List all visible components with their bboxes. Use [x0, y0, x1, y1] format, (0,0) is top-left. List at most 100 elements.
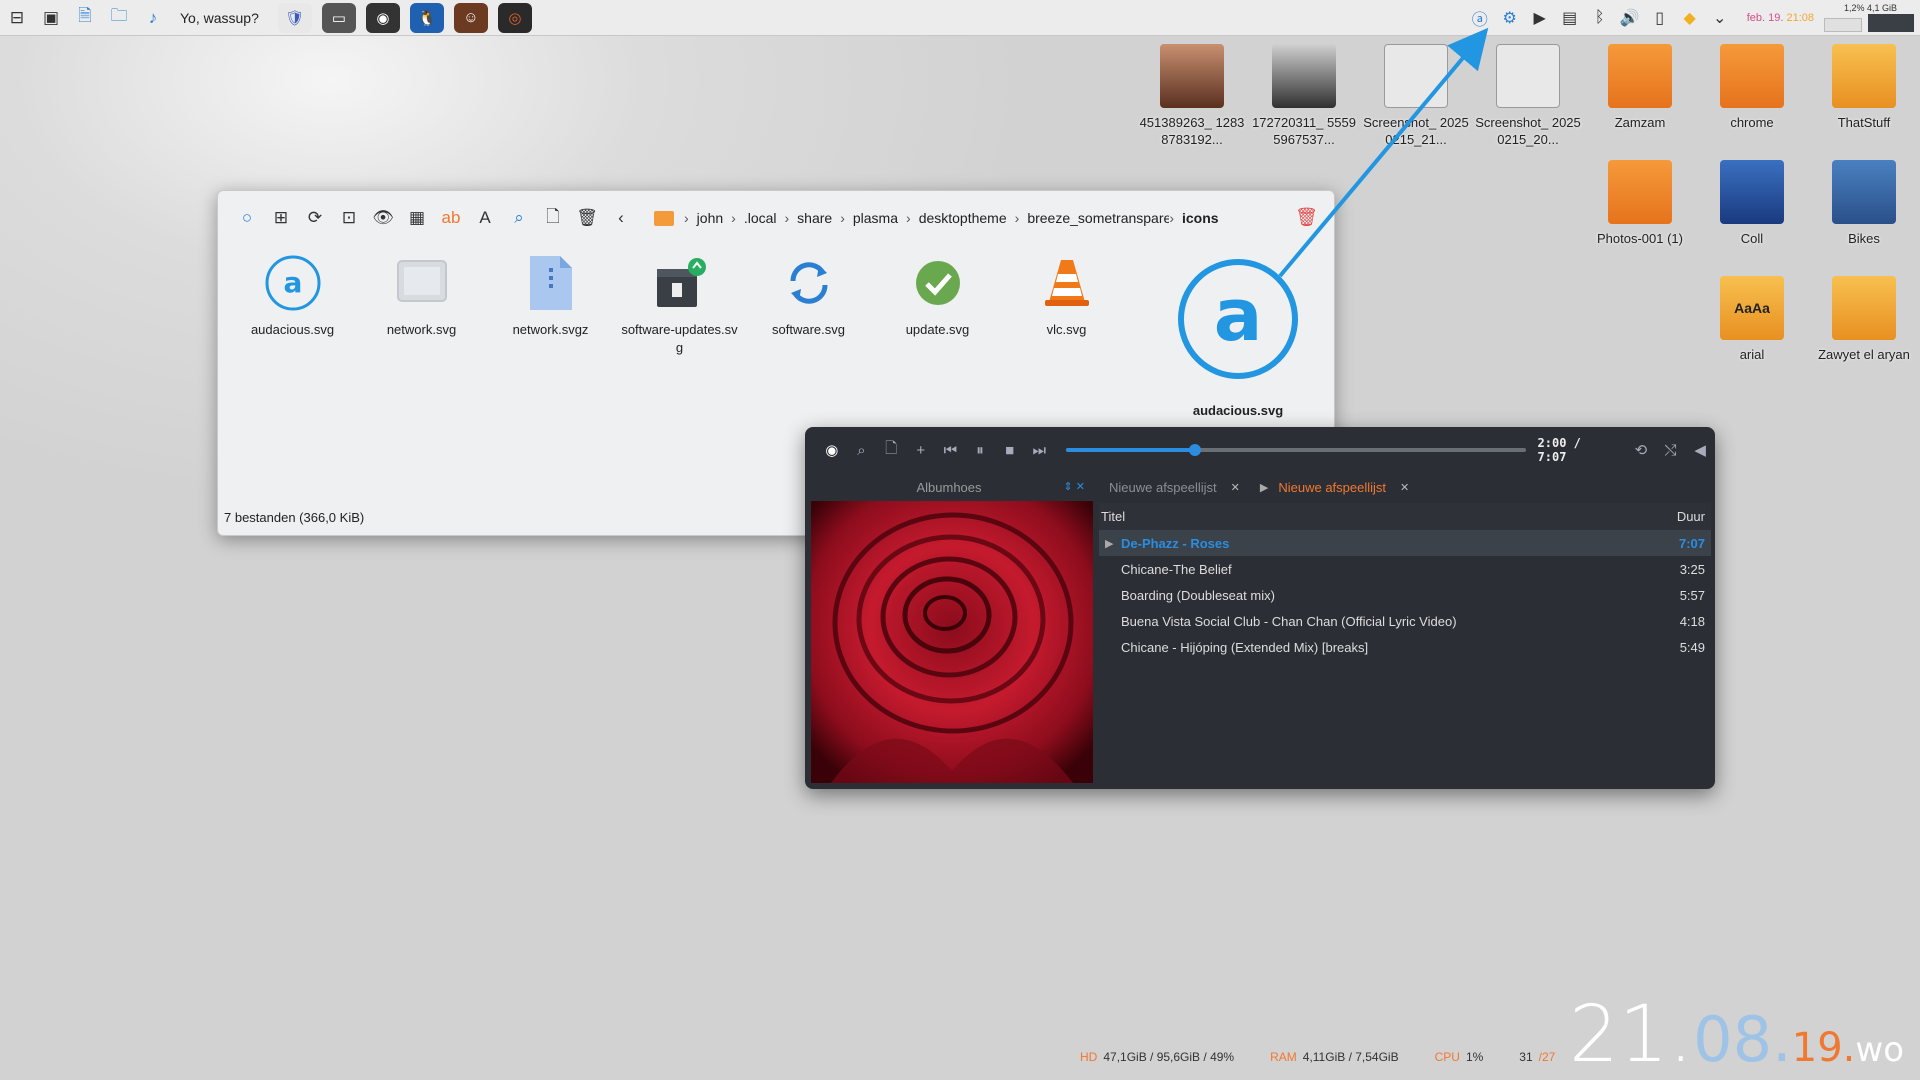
volume-icon[interactable]: 🔊	[1615, 0, 1645, 36]
home-folder-icon[interactable]	[654, 210, 674, 226]
media-play-tray-icon[interactable]: ▶	[1525, 0, 1555, 36]
pause-icon[interactable]: ⏸	[965, 435, 995, 465]
split-view-icon[interactable]: ⊞	[264, 201, 298, 235]
camera-app-icon[interactable]: ◎	[497, 2, 532, 33]
desktop-icon-photo-1[interactable]: 451389263_ 12838783192...	[1137, 44, 1247, 148]
audacious-menu-icon[interactable]: ◉	[817, 435, 847, 465]
open-file-icon[interactable]: 🗋	[876, 435, 906, 465]
panel-clock[interactable]: feb. 19. 21:08	[1747, 12, 1814, 24]
close-icon[interactable]: ✕	[1400, 481, 1409, 494]
column-duration[interactable]: Duur	[1677, 509, 1705, 524]
circle-icon[interactable]: ○	[230, 201, 264, 235]
memory-monitor[interactable]: 1,2% 4,1 GiB	[1824, 2, 1916, 34]
chevron-down-icon[interactable]: ⌄	[1705, 0, 1735, 36]
stop-icon[interactable]: ■	[995, 435, 1025, 465]
clock-hours: 21	[1569, 990, 1669, 1080]
desktop-icon-photo-2[interactable]: 172720311_ 55595967537...	[1249, 44, 1359, 148]
playlist-row[interactable]: Boarding (Doubleseat mix) 5:57	[1099, 582, 1711, 608]
preview-eye-icon[interactable]: 👁	[366, 201, 400, 235]
file-item-software-updates[interactable]: software-updates.svg	[615, 251, 744, 357]
desktop-icon-chrome[interactable]: chrome	[1697, 44, 1807, 131]
playlist-row[interactable]: Chicane-The Belief 3:25	[1099, 556, 1711, 582]
document-viewer-icon[interactable]: 🗎	[68, 0, 102, 36]
desktop-icon-thatstuff[interactable]: ThatStuff	[1809, 44, 1919, 131]
screenshot-icon[interactable]: ▣	[34, 0, 68, 36]
seek-slider-handle[interactable]	[1189, 444, 1202, 456]
desktop-icon-bikes[interactable]: Bikes	[1809, 160, 1919, 247]
breadcrumb-desktoptheme[interactable]: desktoptheme	[911, 210, 1015, 226]
clock-dot: .	[1772, 1003, 1792, 1076]
panel-icon[interactable]: ⊡	[332, 201, 366, 235]
playlist-row[interactable]: ▶ De-Phazz - Roses 7:07	[1099, 530, 1711, 556]
settings-tray-icon[interactable]: ⚙	[1495, 0, 1525, 36]
track-duration: 5:49	[1679, 639, 1705, 655]
file-item-update[interactable]: update.svg	[873, 251, 1002, 357]
add-icon[interactable]: +	[906, 435, 936, 465]
tab-playlist-2[interactable]: ▶ Nieuwe afspeellijst ✕	[1250, 480, 1419, 495]
breadcrumb-share[interactable]: share	[789, 210, 840, 226]
playlist-row[interactable]: Buena Vista Social Club - Chan Chan (Off…	[1099, 608, 1711, 634]
top-panel: ⊟ ▣ 🗎 🗀 ♪ Yo, wassup? 🛡 ▭ ◉ 🐧 ☺ ◎ ⓐ ⚙ ▶ …	[0, 0, 1920, 36]
back-icon[interactable]: ‹	[604, 201, 638, 235]
file-item-software[interactable]: software.svg	[744, 251, 873, 357]
close-icon[interactable]: ✕	[1231, 481, 1240, 494]
audacious-tray-icon[interactable]: ⓐ	[1465, 0, 1495, 36]
memory-monitor-text: 1,2% 4,1 GiB	[1844, 3, 1898, 13]
desktop-icon-coll[interactable]: Coll	[1697, 160, 1807, 247]
portrait-app-icon[interactable]: ☺	[453, 2, 488, 33]
file-item-vlc[interactable]: vlc.svg	[1002, 251, 1131, 357]
playlist-row[interactable]: Chicane - Hijóping (Extended Mix) [break…	[1099, 634, 1711, 660]
file-item-audacious[interactable]: a audacious.svg	[228, 251, 357, 357]
search-icon[interactable]: ⌕	[502, 201, 536, 235]
desktop-icon-arial[interactable]: AaAa arial	[1697, 276, 1807, 363]
repeat-icon[interactable]: ⟲	[1626, 435, 1656, 465]
wifi-icon[interactable]: ◆	[1675, 0, 1705, 36]
desktop-icon-screenshot-2[interactable]: Screenshot_ 20250215_20...	[1473, 44, 1583, 148]
sync-icon	[777, 251, 841, 315]
next-track-icon[interactable]: ⏭	[1024, 435, 1054, 465]
view-mode-icon[interactable]: ▦	[400, 201, 434, 235]
tab-playlist-1[interactable]: Nieuwe afspeellijst ✕	[1099, 480, 1250, 495]
shuffle-icon[interactable]: ⤭	[1656, 435, 1686, 465]
brave-browser-icon[interactable]: 🛡	[277, 2, 312, 33]
trash-icon[interactable]: 🗑	[1295, 207, 1318, 228]
album-art-header: Albumhoes ⇕ ✕	[805, 473, 1093, 501]
clipboard-tray-icon[interactable]: ▤	[1555, 0, 1585, 36]
file-item-network-svgz[interactable]: network.svgz	[486, 251, 615, 357]
delete-icon[interactable]: 🗑	[570, 201, 604, 235]
penguin-app-icon[interactable]: 🐧	[409, 2, 444, 33]
reload-icon[interactable]: ⟳	[298, 201, 332, 235]
memory-bar	[1868, 14, 1914, 32]
breadcrumb-breeze[interactable]: breeze_sometransparen	[1019, 210, 1169, 226]
font-size-icon[interactable]: A	[468, 201, 502, 235]
breadcrumb-john[interactable]: john	[689, 210, 731, 226]
file-manager-icon[interactable]: 🗀	[102, 0, 136, 36]
new-file-icon[interactable]: 🗋	[536, 201, 570, 235]
column-title[interactable]: Titel	[1101, 509, 1125, 524]
clock-day: wo	[1855, 1030, 1904, 1070]
desktop-icon-photos-001[interactable]: Photos-001 (1)	[1585, 160, 1695, 247]
window-app-icon[interactable]: ▭	[321, 2, 356, 33]
desktop-icon-label: Bikes	[1848, 231, 1880, 246]
desktop-icon-label: Screenshot_ 20250215_20...	[1475, 115, 1581, 147]
desktop-icon-zawyet[interactable]: Zawyet el aryan	[1809, 276, 1919, 363]
dock-controls-icon[interactable]: ⇕ ✕	[1064, 480, 1086, 493]
breadcrumb-icons[interactable]: icons	[1174, 210, 1227, 226]
track-title: Chicane-The Belief	[1121, 561, 1232, 577]
folder-icon	[1832, 44, 1896, 108]
eye-app-icon[interactable]: ◉	[365, 2, 400, 33]
desktop-icon-zamzam[interactable]: Zamzam	[1585, 44, 1695, 131]
seek-slider[interactable]	[1066, 444, 1526, 456]
application-launcher-icon[interactable]: ⊟	[0, 0, 34, 36]
previous-track-icon[interactable]: ⏮	[936, 435, 966, 465]
music-icon[interactable]: ♪	[136, 0, 170, 36]
breadcrumb-local[interactable]: .local	[736, 210, 785, 226]
search-icon[interactable]: ⌕	[847, 435, 877, 465]
breadcrumb-plasma[interactable]: plasma	[845, 210, 906, 226]
desktop-icon-screenshot-1[interactable]: Screenshot_ 20250215_21...	[1361, 44, 1471, 148]
volume-icon[interactable]: ◀	[1685, 435, 1715, 465]
phone-icon[interactable]: ▯	[1645, 0, 1675, 36]
rename-icon[interactable]: ab	[434, 201, 468, 235]
bluetooth-icon[interactable]: ᛒ	[1585, 0, 1615, 36]
file-item-network-svg[interactable]: network.svg	[357, 251, 486, 357]
